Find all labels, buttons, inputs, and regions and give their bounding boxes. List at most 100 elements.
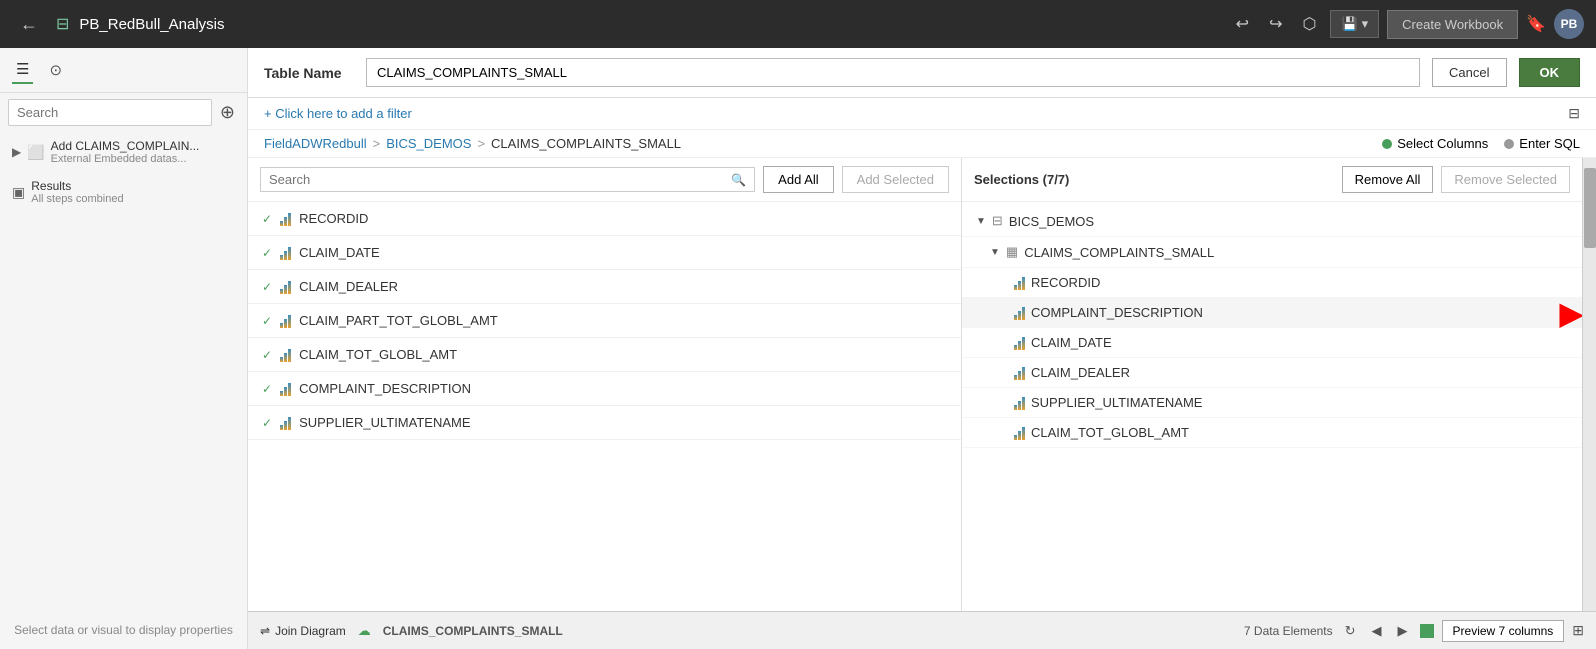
join-diagram-button[interactable]: ⇌ Join Diagram bbox=[260, 624, 346, 638]
sidebar-search-row: ⊕ bbox=[0, 93, 247, 132]
tree-col-supplier[interactable]: SUPPLIER_ULTIMATENAME bbox=[962, 388, 1582, 418]
grid-view-button[interactable]: ⊞ bbox=[1572, 622, 1584, 639]
red-arrow-indicator: ▶ bbox=[1559, 294, 1582, 332]
item-db-icon: ⬜ bbox=[27, 144, 44, 161]
save-icon: 💾 bbox=[1341, 16, 1357, 32]
radio-dot-empty bbox=[1504, 139, 1514, 149]
filter-icon: ⊟ bbox=[1568, 105, 1580, 122]
topbar-tools: ↩ ↪ ⬡ 💾 ▾ Create Workbook 🔖 PB bbox=[1230, 9, 1584, 39]
table-name-input[interactable] bbox=[366, 58, 1420, 87]
join-diagram-label: Join Diagram bbox=[275, 624, 346, 638]
column-item-claim-tot[interactable]: ✓ CLAIM_TOT_GLOBL_AMT bbox=[248, 338, 961, 372]
preview-button[interactable]: Preview 7 columns bbox=[1442, 620, 1565, 642]
content-area: Table Name Cancel OK + Click here to add… bbox=[248, 48, 1596, 649]
arrow-right-button[interactable]: ▶ bbox=[1394, 621, 1412, 641]
remove-all-button[interactable]: Remove All bbox=[1342, 166, 1434, 193]
add-all-button[interactable]: Add All bbox=[763, 166, 833, 193]
tree-col-complaint-desc[interactable]: COMPLAINT_DESCRIPTION ▶ bbox=[962, 298, 1582, 328]
breadcrumb-sep2: > bbox=[477, 136, 485, 151]
check-icon: ✓ bbox=[262, 314, 272, 328]
column-item-recordid[interactable]: ✓ RECORDID bbox=[248, 202, 961, 236]
column-bar-icon bbox=[280, 314, 291, 328]
column-item-claim-part-tot[interactable]: ✓ CLAIM_PART_TOT_GLOBL_AMT bbox=[248, 304, 961, 338]
bottom-right: 7 Data Elements ↻ ◀ ▶ Preview 7 columns … bbox=[1244, 620, 1584, 642]
col-bar-icon bbox=[1014, 336, 1025, 350]
create-workbook-button[interactable]: Create Workbook bbox=[1387, 10, 1518, 39]
add-selected-button[interactable]: Add Selected bbox=[842, 166, 949, 193]
green-square-icon bbox=[1420, 624, 1434, 638]
sidebar-add-button[interactable]: ⊕ bbox=[216, 100, 239, 125]
col-name: CLAIM_DATE bbox=[1031, 335, 1112, 350]
selections-title: Selections (7/7) bbox=[974, 172, 1334, 187]
sidebar-icon-layers[interactable]: ☰ bbox=[12, 56, 33, 84]
column-name: SUPPLIER_ULTIMATENAME bbox=[299, 415, 470, 430]
tree-schema-row[interactable]: ▼ ⊟ BICS_DEMOS bbox=[962, 206, 1582, 237]
enter-sql-radio[interactable]: Enter SQL bbox=[1504, 136, 1580, 151]
select-columns-radio[interactable]: Select Columns bbox=[1382, 136, 1488, 151]
preview-label: Preview 7 columns bbox=[1453, 624, 1554, 638]
add-filter-link[interactable]: + Click here to add a filter bbox=[264, 106, 412, 121]
column-bar-icon bbox=[280, 348, 291, 362]
bottom-table-name: CLAIMS_COMPLAINTS_SMALL bbox=[383, 624, 1232, 638]
check-icon: ✓ bbox=[262, 348, 272, 362]
column-item-complaint-desc[interactable]: ✓ COMPLAINT_DESCRIPTION bbox=[248, 372, 961, 406]
column-search-input[interactable] bbox=[269, 172, 725, 187]
arrow-left-button[interactable]: ◀ bbox=[1368, 621, 1386, 641]
sidebar-search-input[interactable] bbox=[8, 99, 212, 126]
breadcrumb-part1[interactable]: FieldADWRedbull bbox=[264, 136, 367, 151]
bottom-cloud-icon: ☁ bbox=[358, 623, 371, 639]
ok-button[interactable]: OK bbox=[1519, 58, 1581, 87]
sidebar-icon-filter[interactable]: ⊙ bbox=[45, 56, 66, 84]
refresh-button[interactable]: ↻ bbox=[1341, 621, 1360, 641]
bookmark-button[interactable]: 🔖 bbox=[1526, 14, 1546, 34]
tree-col-claim-dealer[interactable]: CLAIM_DEALER bbox=[962, 358, 1582, 388]
tree-table-row[interactable]: ▼ ▦ CLAIMS_COMPLAINTS_SMALL bbox=[962, 237, 1582, 268]
right-scrollbar[interactable] bbox=[1582, 158, 1596, 611]
save-button[interactable]: 💾 ▾ bbox=[1330, 10, 1379, 38]
sidebar-results-label: Results bbox=[31, 179, 123, 193]
selection-tree: ▼ ⊟ BICS_DEMOS ▼ ▦ CLAIMS_COMPLAINTS_SMA… bbox=[962, 202, 1582, 611]
column-item-claim-date[interactable]: ✓ CLAIM_DATE bbox=[248, 236, 961, 270]
col-bar-icon bbox=[1014, 426, 1025, 440]
column-name: CLAIM_PART_TOT_GLOBL_AMT bbox=[299, 313, 498, 328]
tree-col-claim-tot[interactable]: CLAIM_TOT_GLOBL_AMT bbox=[962, 418, 1582, 448]
tree-col-recordid[interactable]: RECORDID bbox=[962, 268, 1582, 298]
cancel-button[interactable]: Cancel bbox=[1432, 58, 1506, 87]
sidebar-item-results[interactable]: ▣ Results All steps combined bbox=[0, 172, 247, 212]
join-icon: ⇌ bbox=[260, 624, 270, 638]
breadcrumb-row: FieldADWRedbull > BICS_DEMOS > CLAIMS_CO… bbox=[248, 130, 1596, 158]
remove-selected-button[interactable]: Remove Selected bbox=[1441, 166, 1570, 193]
left-panel-toolbar: 🔍 Add All Add Selected bbox=[248, 158, 961, 202]
table-name-row: Table Name Cancel OK bbox=[248, 48, 1596, 98]
col-bar-icon bbox=[1014, 306, 1025, 320]
app-icon: ⊟ bbox=[56, 14, 69, 34]
column-name: CLAIM_DATE bbox=[299, 245, 380, 260]
item-arrow-icon: ▶ bbox=[12, 145, 21, 159]
sidebar-results-sub: All steps combined bbox=[31, 193, 123, 205]
column-name: CLAIM_DEALER bbox=[299, 279, 398, 294]
back-button[interactable]: ← bbox=[12, 10, 46, 39]
data-elements-label: 7 Data Elements bbox=[1244, 624, 1333, 638]
enter-sql-label: Enter SQL bbox=[1519, 136, 1580, 151]
column-bar-icon bbox=[280, 382, 291, 396]
scrollbar-thumb[interactable] bbox=[1584, 168, 1596, 248]
breadcrumb-options: Select Columns Enter SQL bbox=[1382, 136, 1580, 151]
main-layout: ☰ ⊙ ⊕ ▶ ⬜ Add CLAIMS_COMPLAIN... Externa… bbox=[0, 48, 1596, 649]
undo-button[interactable]: ↩ bbox=[1230, 10, 1255, 38]
column-item-supplier[interactable]: ✓ SUPPLIER_ULTIMATENAME bbox=[248, 406, 961, 440]
columns-list: ✓ RECORDID ✓ CLAIM_DATE ✓ bbox=[248, 202, 961, 611]
redo-button[interactable]: ↪ bbox=[1263, 10, 1288, 38]
column-name: CLAIM_TOT_GLOBL_AMT bbox=[299, 347, 457, 362]
schema-name: BICS_DEMOS bbox=[1009, 214, 1094, 229]
sidebar-item-claims[interactable]: ▶ ⬜ Add CLAIMS_COMPLAIN... External Embe… bbox=[0, 132, 247, 172]
breadcrumb-part2[interactable]: BICS_DEMOS bbox=[386, 136, 471, 151]
sidebar-bottom-text: Select data or visual to display propert… bbox=[0, 611, 247, 649]
columns-area: 🔍 Add All Add Selected ✓ RECORDID ✓ bbox=[248, 158, 1596, 611]
share-button[interactable]: ⬡ bbox=[1296, 10, 1322, 38]
check-icon: ✓ bbox=[262, 280, 272, 294]
column-item-claim-dealer[interactable]: ✓ CLAIM_DEALER bbox=[248, 270, 961, 304]
col-name: RECORDID bbox=[1031, 275, 1100, 290]
left-panel: 🔍 Add All Add Selected ✓ RECORDID ✓ bbox=[248, 158, 962, 611]
tree-col-claim-date[interactable]: CLAIM_DATE bbox=[962, 328, 1582, 358]
sidebar: ☰ ⊙ ⊕ ▶ ⬜ Add CLAIMS_COMPLAIN... Externa… bbox=[0, 48, 248, 649]
